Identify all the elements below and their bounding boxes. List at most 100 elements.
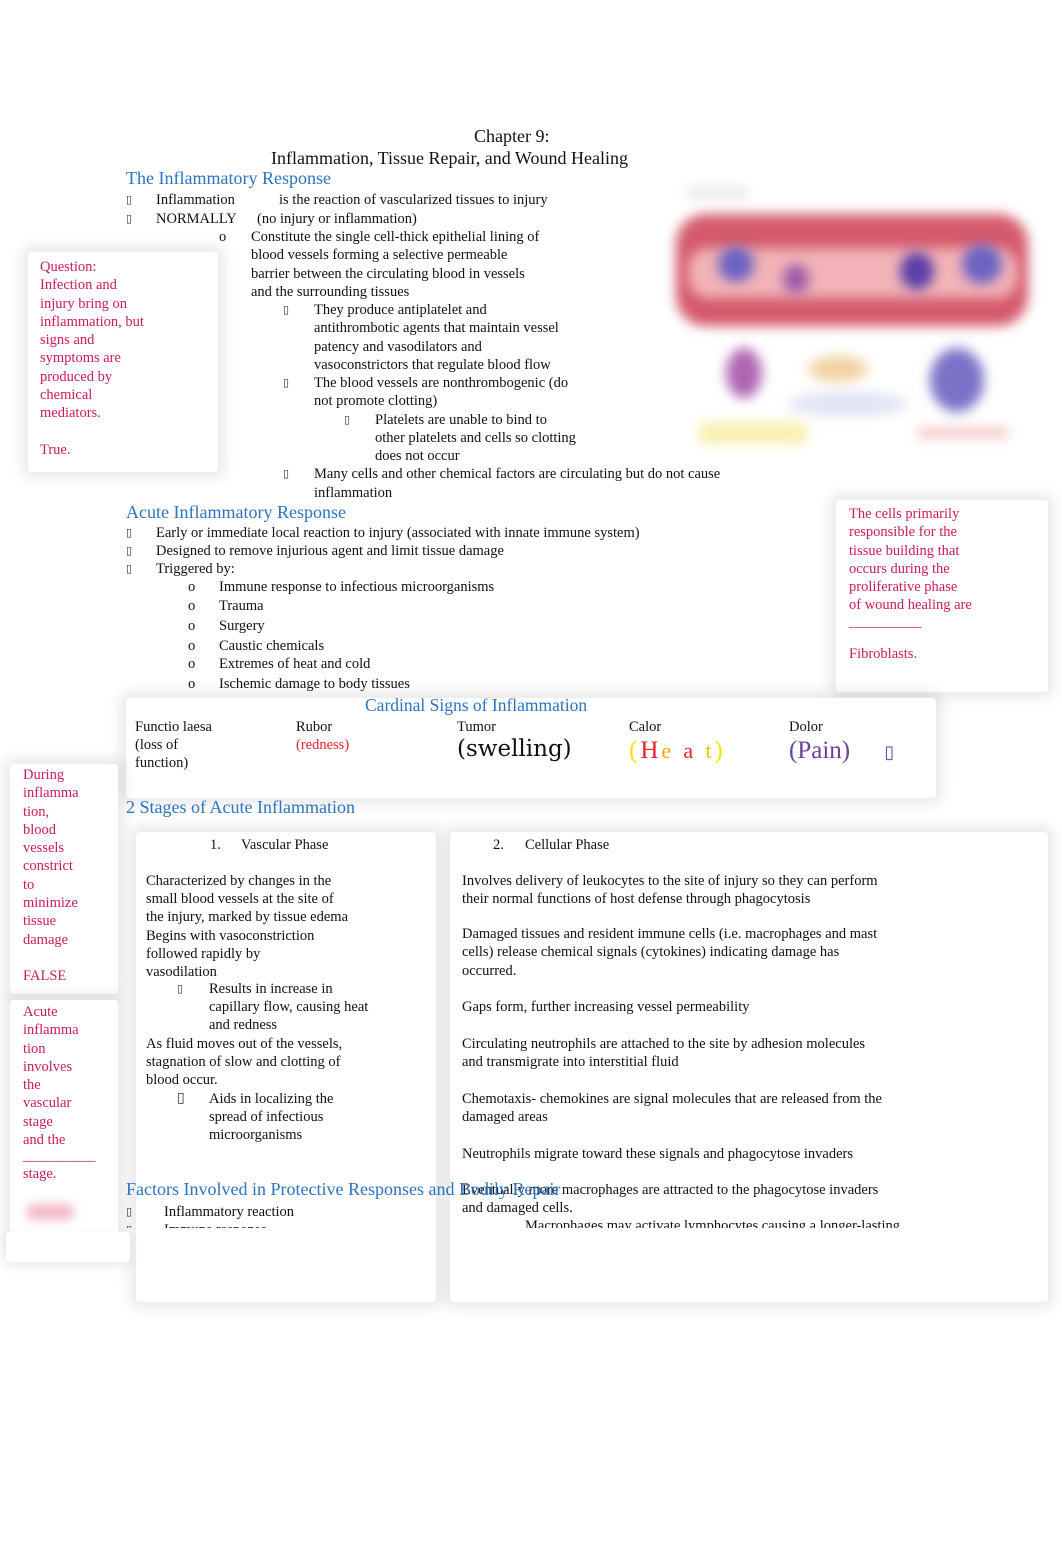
note-question-text: Question: Infection and injury bring on … bbox=[40, 258, 144, 459]
note-line: stage bbox=[23, 1113, 53, 1130]
sign-dolor: Dolor (Pain) ▯ bbox=[789, 718, 894, 767]
tissue-cell bbox=[788, 392, 908, 416]
sign-meaning: (loss of bbox=[135, 737, 179, 753]
cellular-line: occurred. bbox=[462, 962, 517, 979]
note-line: occurs during the bbox=[849, 560, 950, 577]
note-line: involves bbox=[23, 1058, 73, 1075]
note-line: proliferative phase bbox=[849, 579, 958, 596]
sign-calor: Calor (He a t) bbox=[629, 718, 726, 766]
heat-letter: t bbox=[705, 738, 715, 763]
sign-functio-laesa: Functio laesa (loss of function) bbox=[135, 718, 212, 772]
nonthrombogenic-text: not promote clotting) bbox=[314, 393, 438, 409]
vascular-fluid: As fluid moves out of the vessels, stagn… bbox=[146, 1035, 342, 1090]
cellular-line: Damaged tissues and resident immune cell… bbox=[462, 926, 878, 942]
sign-rubor: Rubor (redness) bbox=[296, 718, 349, 754]
endothelium-text: and the surrounding tissues bbox=[251, 284, 410, 300]
cellular-paragraph: Circulating neutrophils are attached to … bbox=[462, 1035, 865, 1072]
note-line: tissue building that bbox=[849, 542, 960, 559]
chapter-label: Chapter 9: bbox=[474, 126, 550, 146]
trigger-item: Trauma bbox=[219, 598, 264, 614]
note-line: injury bring on bbox=[40, 295, 127, 312]
leukocyte-cell bbox=[783, 264, 809, 294]
cellular-line: and transmigrate into interstitial fluid bbox=[462, 1054, 679, 1071]
cellular-title: Cellular Phase bbox=[525, 837, 610, 853]
note-line bbox=[849, 631, 972, 645]
circulating-cells-text: inflammation bbox=[314, 485, 393, 501]
vascular-line: microorganisms bbox=[209, 1127, 303, 1144]
note-answer: FALSE bbox=[23, 967, 67, 984]
endothelium-text: blood vessels forming a selective permea… bbox=[251, 247, 508, 263]
vascular-line: stagnation of slow and clotting of bbox=[146, 1054, 341, 1071]
bullet-icon: ▯ bbox=[126, 563, 133, 575]
heat-letter: ( bbox=[629, 737, 641, 764]
sub-marker: o bbox=[188, 618, 196, 634]
leukocyte-cell bbox=[962, 244, 1002, 284]
normally-note: (no injury or inflammation) bbox=[257, 211, 417, 227]
platelets-text: Platelets are unable to bind to bbox=[375, 412, 547, 428]
platelets-text: other platelets and cells so clotting bbox=[375, 430, 576, 446]
sign-meaning: function) bbox=[135, 755, 189, 771]
bullet-icon: ▯ bbox=[177, 983, 184, 995]
note-line: responsible for the bbox=[849, 524, 957, 541]
term-inflammation: Inflammation bbox=[156, 192, 235, 208]
leukocyte-cell bbox=[900, 252, 934, 290]
cellular-paragraph: Gaps form, further increasing vessel per… bbox=[462, 998, 750, 1016]
sign-name: Rubor bbox=[296, 719, 333, 735]
heat-letter: ) bbox=[714, 737, 726, 764]
sub-marker: o bbox=[188, 638, 196, 654]
note-line: blood bbox=[23, 821, 57, 838]
cellular-line: their normal functions of host defense t… bbox=[462, 891, 811, 908]
heading-acute-response: Acute Inflammatory Response bbox=[126, 502, 346, 522]
note-line: symptoms are bbox=[40, 350, 121, 367]
vascular-line: blood occur. bbox=[146, 1072, 218, 1089]
leukocyte-cell bbox=[718, 246, 754, 282]
note-line: signs and bbox=[40, 332, 95, 349]
cellular-paragraph: Damaged tissues and resident immune cell… bbox=[462, 925, 877, 980]
note-line: The cells primarily bbox=[849, 506, 960, 522]
note-line: Question: bbox=[40, 259, 97, 275]
circulating-cells-text: Many cells and other chemical factors ar… bbox=[314, 466, 721, 482]
cellular-line: Circulating neutrophils are attached to … bbox=[462, 1036, 866, 1052]
cellular-line: damaged areas bbox=[462, 1109, 548, 1126]
sub-marker: o bbox=[188, 676, 196, 692]
sign-name: Functio laesa bbox=[135, 719, 212, 735]
heading-inflammatory-response: The Inflammatory Response bbox=[126, 168, 331, 188]
heat-letter: a bbox=[683, 738, 697, 763]
bullet-icon: ▯ bbox=[283, 377, 290, 389]
acute-item: Early or immediate local reaction to inj… bbox=[156, 525, 640, 541]
note-line: inflamma bbox=[23, 1022, 79, 1039]
note-line: the bbox=[23, 1077, 41, 1094]
sub-marker: o bbox=[188, 656, 196, 672]
caption-block bbox=[918, 428, 1008, 438]
vascular-line: spread of infectious bbox=[209, 1109, 324, 1126]
definition-inflammation: is the reaction of vascularized tissues … bbox=[279, 192, 548, 208]
note-line: vascular bbox=[23, 1095, 72, 1112]
acute-item: Designed to remove injurious agent and l… bbox=[156, 543, 504, 559]
heat-letter: e bbox=[661, 738, 675, 763]
figure-label bbox=[688, 188, 748, 198]
note-line: tion bbox=[23, 1040, 46, 1057]
note-line: vessels bbox=[23, 840, 65, 857]
bullet-icon: ▯ bbox=[283, 468, 290, 480]
cellular-number: 2. bbox=[493, 837, 504, 853]
trigger-item: Surgery bbox=[219, 618, 265, 634]
caption-block bbox=[698, 422, 808, 444]
factor-item: Immune response bbox=[164, 1221, 267, 1228]
note-line: constrict bbox=[23, 858, 73, 875]
vascular-line: Characterized by changes in the bbox=[146, 873, 332, 889]
platelets-text: does not occur bbox=[375, 448, 460, 464]
note-answer: Fibroblasts. bbox=[849, 646, 918, 663]
cellular-line: and damaged cells. bbox=[462, 1200, 573, 1217]
vascular-line: followed rapidly by bbox=[146, 945, 261, 962]
hidden-answer-blur bbox=[26, 1204, 74, 1220]
vascular-line: capillary flow, causing heat bbox=[209, 999, 369, 1016]
cellular-line: Involves delivery of leukocytes to the s… bbox=[462, 873, 878, 889]
sub-marker: o bbox=[219, 229, 227, 245]
vascular-line: Results in increase in bbox=[209, 981, 333, 997]
factor-item: Inflammatory reaction bbox=[164, 1204, 295, 1220]
note-line: inflammation, but bbox=[40, 313, 144, 330]
cellular-paragraph: Neutrophils migrate toward these signals… bbox=[462, 1145, 853, 1163]
cellular-paragraph: Involves delivery of leukocytes to the s… bbox=[462, 872, 878, 909]
bullet-icon: ▯ bbox=[126, 527, 133, 539]
document-title: Inflammation, Tissue Repair, and Wound H… bbox=[271, 148, 628, 168]
